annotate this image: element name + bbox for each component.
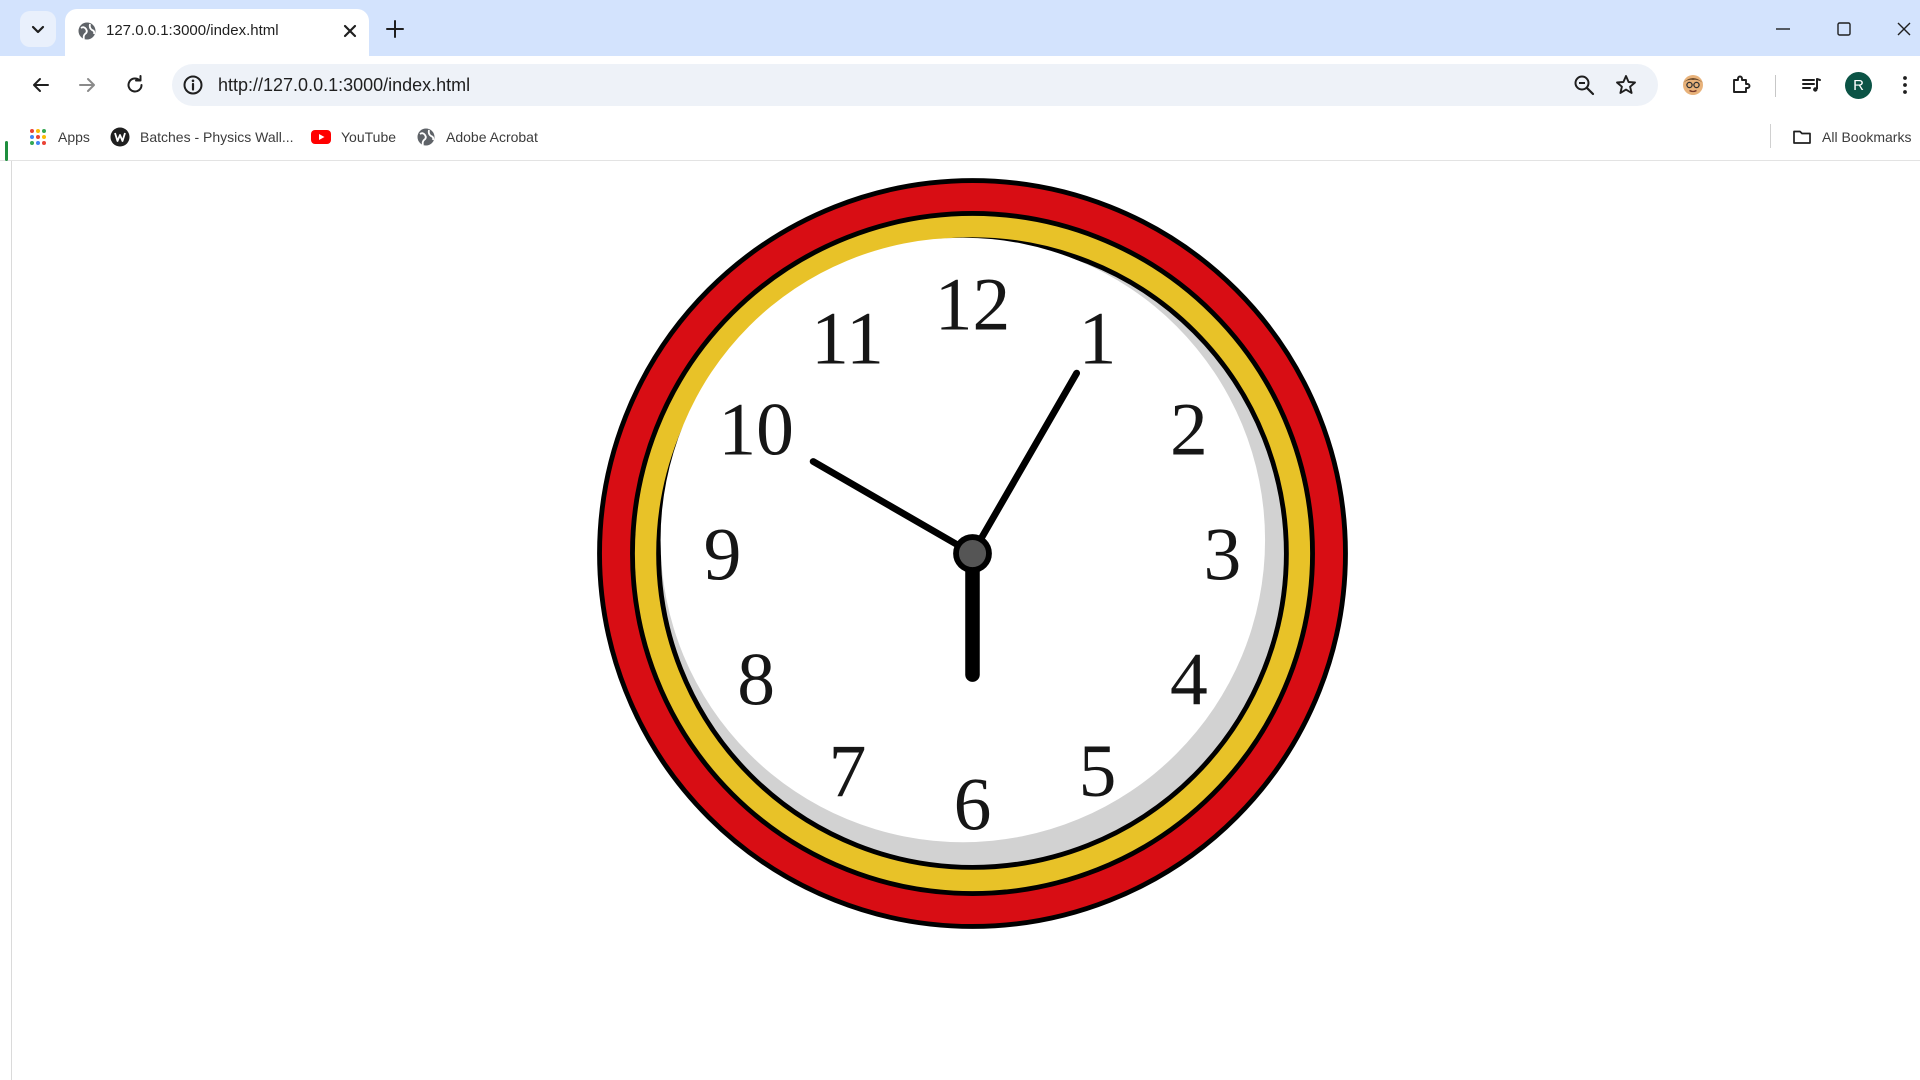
- clock-numeral-8: 8: [737, 639, 775, 722]
- bookmarks-bar: Apps Batches - Physics Wall... YouTube A…: [0, 114, 1920, 161]
- minimize-icon[interactable]: [1768, 14, 1798, 44]
- youtube-icon: [311, 130, 331, 144]
- reload-button[interactable]: [119, 69, 151, 101]
- close-window-icon[interactable]: [1889, 14, 1919, 44]
- browser-window: 127.0.0.1:3000/index.html http://127.0.0…: [0, 0, 1920, 1080]
- bookmark-adobe-acrobat[interactable]: Adobe Acrobat: [416, 123, 538, 151]
- bookmark-label: Apps: [58, 129, 90, 145]
- clock-numeral-2: 2: [1170, 389, 1208, 472]
- chevron-down-icon: [31, 25, 45, 34]
- profile-avatar[interactable]: R: [1845, 72, 1872, 99]
- reload-icon: [127, 75, 143, 93]
- arrow-left-icon: [33, 78, 49, 92]
- extension-avatar-button[interactable]: [1677, 69, 1709, 101]
- bookmark-physics-wallah[interactable]: Batches - Physics Wall...: [110, 123, 294, 151]
- analog-clock: 12 12 3 45 6 78 9 1011: [597, 178, 1348, 929]
- folder-icon: [1793, 130, 1811, 144]
- clock-center-pin: [953, 534, 992, 573]
- zoom-out-icon[interactable]: [1572, 73, 1596, 97]
- arrow-right-icon: [79, 78, 95, 92]
- tab-search-button[interactable]: [20, 11, 56, 47]
- physics-wallah-icon: [110, 127, 130, 147]
- forward-button[interactable]: [71, 69, 103, 101]
- clock-numeral-4: 4: [1170, 639, 1208, 722]
- clock-numeral-1: 1: [1079, 297, 1117, 380]
- bookmark-label: Adobe Acrobat: [446, 129, 538, 145]
- clock-numeral-10: 10: [718, 389, 794, 472]
- extensions-button[interactable]: [1725, 69, 1757, 101]
- back-button[interactable]: [25, 69, 57, 101]
- clock-numeral-12: 12: [935, 264, 1011, 347]
- clock-numeral-5: 5: [1079, 730, 1117, 813]
- side-panel-indicator: [5, 141, 8, 161]
- url-text[interactable]: http://127.0.0.1:3000/index.html: [218, 75, 470, 96]
- bookmark-label: YouTube: [341, 129, 397, 145]
- bookmark-youtube[interactable]: YouTube: [311, 123, 396, 151]
- puzzle-icon: [1733, 75, 1751, 93]
- clock-numeral-11: 11: [811, 297, 884, 380]
- globe-icon: [78, 22, 96, 40]
- page-left-border: [11, 161, 12, 1080]
- site-info-icon[interactable]: [182, 74, 204, 96]
- clock-numeral-6: 6: [954, 764, 992, 847]
- tab-strip: 127.0.0.1:3000/index.html: [0, 0, 1920, 56]
- toolbar-divider: [1775, 75, 1776, 97]
- bookmark-label: Batches - Physics Wall...: [140, 129, 294, 145]
- clock-numeral-7: 7: [829, 730, 867, 813]
- queue-music-icon: [1802, 78, 1821, 92]
- bookmark-apps[interactable]: Apps: [28, 123, 90, 151]
- apps-grid-icon: [30, 129, 46, 145]
- bookmarks-divider: [1770, 124, 1771, 148]
- globe-icon: [417, 128, 435, 146]
- address-bar[interactable]: http://127.0.0.1:3000/index.html: [172, 64, 1658, 106]
- all-bookmarks-button[interactable]: All Bookmarks: [1792, 123, 1911, 151]
- toolbar: http://127.0.0.1:3000/index.html R: [0, 56, 1920, 114]
- bookmark-star-icon[interactable]: [1614, 73, 1638, 97]
- maximize-icon[interactable]: [1829, 14, 1859, 44]
- clock-numeral-3: 3: [1204, 514, 1242, 597]
- tab-title: 127.0.0.1:3000/index.html: [106, 22, 279, 39]
- more-vertical-icon: [1903, 76, 1907, 94]
- tab-active[interactable]: 127.0.0.1:3000/index.html: [65, 9, 369, 56]
- plus-icon[interactable]: [380, 14, 410, 44]
- media-controls-button[interactable]: [1795, 69, 1827, 101]
- extension-face-icon: [1683, 75, 1703, 95]
- menu-button[interactable]: [1889, 69, 1920, 101]
- close-icon[interactable]: [339, 20, 361, 42]
- clock-numeral-9: 9: [704, 514, 742, 597]
- all-bookmarks-label: All Bookmarks: [1822, 129, 1912, 145]
